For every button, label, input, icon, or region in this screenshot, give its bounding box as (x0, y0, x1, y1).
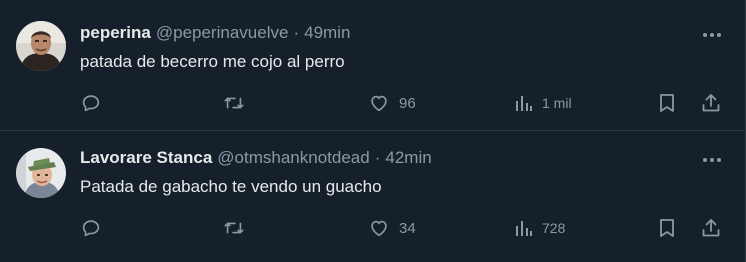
more-options-icon (703, 158, 721, 162)
reply-icon (82, 220, 100, 237)
author-name[interactable]: peperina (80, 23, 151, 43)
share-icon (702, 94, 720, 112)
like-count: 96 (399, 94, 416, 112)
retweet-button[interactable] (222, 215, 246, 241)
views-chart-icon (516, 96, 532, 111)
bookmark-button[interactable] (657, 215, 677, 241)
tweet-actions: 96 1 mil (0, 90, 745, 116)
bookmark-icon (660, 219, 674, 237)
separator-dot: · (293, 23, 300, 42)
share-button[interactable] (700, 215, 722, 241)
heart-icon (371, 95, 387, 112)
retweet-button[interactable] (222, 90, 246, 116)
reply-feed: peperina @peperinavuelve · 49min patada … (0, 0, 746, 262)
separator-dot: · (374, 148, 381, 167)
like-count: 34 (399, 219, 416, 237)
like-button[interactable]: 96 (368, 90, 416, 116)
tweet-header: Lavorare Stanca @otmshanknotdead · 42min (80, 148, 432, 170)
tweet-text: Patada de gabacho te vendo un guacho (80, 177, 382, 196)
retweet-icon (224, 97, 244, 109)
views-button[interactable]: 1 mil (513, 90, 572, 116)
bookmark-icon (660, 94, 674, 112)
tweet-actions: 34 728 (0, 215, 745, 241)
author-handle[interactable]: @peperinavuelve (156, 23, 289, 43)
views-count: 728 (542, 220, 566, 236)
tweet-time[interactable]: 49min (304, 23, 350, 43)
more-options-button[interactable] (699, 150, 725, 170)
tweet[interactable]: Lavorare Stanca @otmshanknotdead · 42min… (0, 131, 745, 262)
views-count: 1 mil (542, 95, 572, 111)
tweet-header: peperina @peperinavuelve · 49min (80, 23, 350, 45)
more-options-button[interactable] (699, 25, 725, 45)
avatar[interactable] (16, 21, 66, 71)
retweet-icon (224, 222, 244, 234)
bookmark-button[interactable] (657, 90, 677, 116)
tweet-time[interactable]: 42min (385, 148, 431, 168)
tweet[interactable]: peperina @peperinavuelve · 49min patada … (0, 0, 745, 130)
views-button[interactable]: 728 (513, 215, 565, 241)
avatar[interactable] (16, 148, 66, 198)
more-options-icon (703, 33, 721, 37)
author-name[interactable]: Lavorare Stanca (80, 148, 212, 168)
reply-button[interactable] (80, 215, 102, 241)
tweet-text: patada de becerro me cojo al perro (80, 52, 345, 71)
share-button[interactable] (700, 90, 722, 116)
reply-button[interactable] (80, 90, 102, 116)
author-handle[interactable]: @otmshanknotdead (217, 148, 369, 168)
like-button[interactable]: 34 (368, 215, 416, 241)
views-chart-icon (516, 221, 532, 236)
heart-icon (371, 220, 387, 237)
share-icon (702, 219, 720, 237)
reply-icon (82, 95, 100, 112)
